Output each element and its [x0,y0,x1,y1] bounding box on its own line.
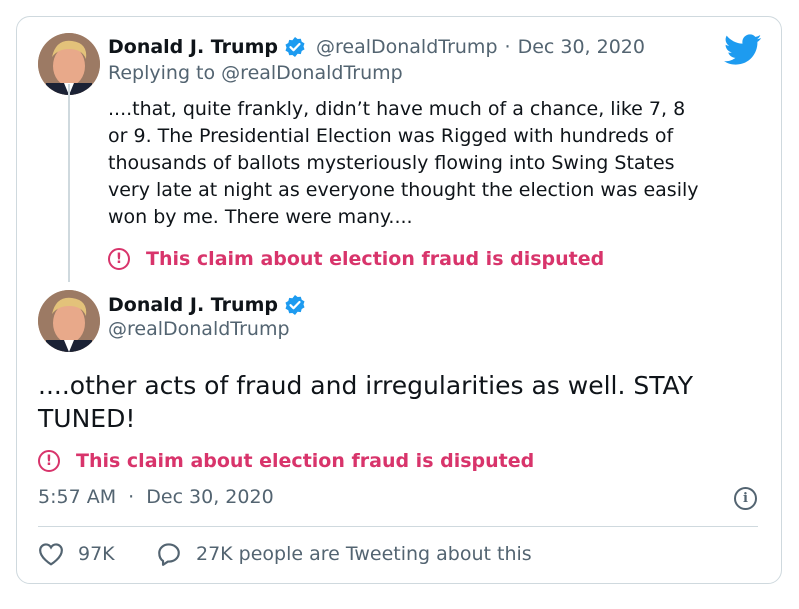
warning-text: This claim about election fraud is dispu… [76,450,535,472]
info-icon[interactable]: i [734,487,757,510]
avatar[interactable] [38,290,100,352]
author-handle[interactable]: @realDonaldTrump [316,36,498,58]
tweet-text-line: very late at night as everyone thought t… [108,179,699,201]
tweet-text-line: won by me. There were many.... [108,206,413,228]
tweet-text-line: ....other acts of fraud and irregulariti… [38,371,693,400]
tweet-text-line: TUNED! [38,404,136,433]
exclamation-circle-icon: ! [108,248,130,270]
author-handle[interactable]: @realDonaldTrump [108,318,290,340]
divider [38,526,758,527]
thread-connector-line [68,84,70,282]
disputed-claim-warning[interactable]: ! This claim about election fraud is dis… [38,450,534,472]
author-row: Donald J. Trump [108,294,306,316]
separator-dot: · [504,36,511,58]
author-row: Donald J. Trump @realDonaldTrump · Dec 3… [108,36,645,58]
verified-badge-icon [285,295,305,315]
replying-prefix: Replying to [108,62,216,84]
author-name[interactable]: Donald J. Trump [108,294,278,316]
tweet-text-line: thousands of ballots mysteriously flowin… [108,152,675,174]
reply-conversation-link[interactable]: 27K people are Tweeting about this [156,542,532,566]
main-tweet-text: ....other acts of fraud and irregulariti… [38,369,758,435]
author-name[interactable]: Donald J. Trump [108,36,278,58]
separator-dot: · [128,486,135,508]
replying-to: Replying to @realDonaldTrump [108,62,403,84]
twitter-bird-icon[interactable] [724,34,762,70]
disputed-claim-warning[interactable]: ! This claim about election fraud is dis… [108,248,604,270]
speech-bubble-icon [158,543,180,566]
replying-mention-link[interactable]: @realDonaldTrump [221,62,403,84]
like-count: 97K [78,543,115,565]
warning-text: This claim about election fraud is dispu… [146,248,605,270]
first-tweet-text: ....that, quite frankly, didn’t have muc… [108,96,768,231]
tweet-text-line: ....that, quite frankly, didn’t have muc… [108,98,686,120]
tweet-time: 5:57 AM [38,486,117,508]
tweet-text-line: or 9. The Presidential Election was Rigg… [108,125,674,147]
avatar-portrait-icon [38,290,100,352]
exclamation-circle-icon: ! [38,450,60,472]
verified-badge-icon [285,37,305,57]
tweet-timestamp[interactable]: 5:57 AM · Dec 30, 2020 [38,486,274,508]
tweet-date: Dec 30, 2020 [146,486,274,508]
tweet-date[interactable]: Dec 30, 2020 [518,36,645,58]
heart-icon [39,543,63,566]
like-button[interactable]: 97K [38,542,115,566]
tweeting-count: 27K people are Tweeting about this [196,543,532,565]
